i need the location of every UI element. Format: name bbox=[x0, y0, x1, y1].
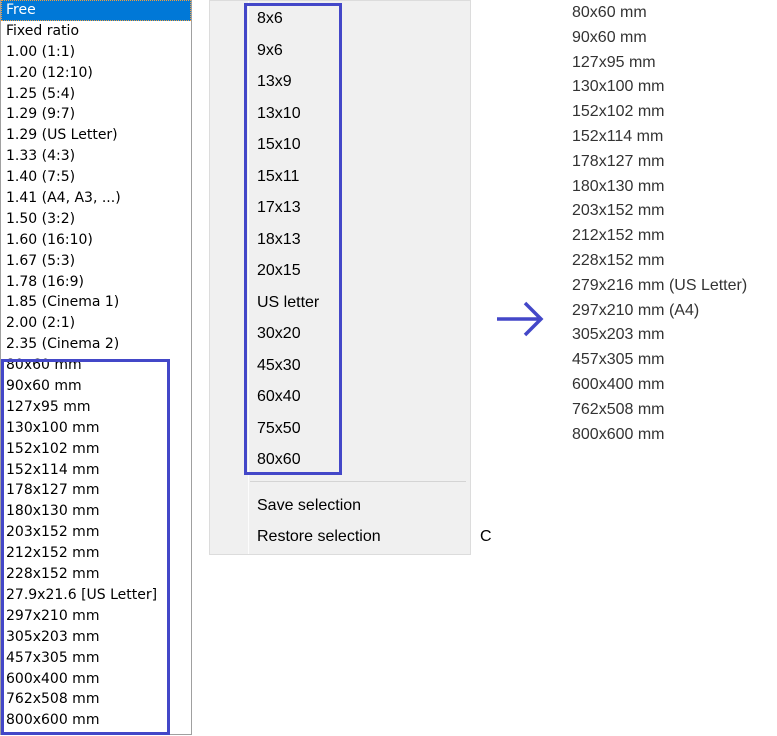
proposed-size-item: 800x600 mm bbox=[572, 425, 665, 443]
size-menu-item[interactable]: 30x20 bbox=[257, 325, 301, 343]
size-menu-item[interactable]: 80x60 bbox=[257, 451, 301, 469]
listbox-item[interactable]: 212x152 mm bbox=[1, 543, 191, 564]
save-selection-label: Save selection bbox=[257, 497, 362, 514]
listbox-item[interactable]: 800x600 mm bbox=[1, 710, 191, 731]
proposed-size-item: 297x210 mm (A4) bbox=[572, 301, 700, 319]
listbox-item[interactable]: 228x152 mm bbox=[1, 564, 191, 585]
listbox-item[interactable]: 1.29 (US Letter) bbox=[1, 125, 191, 146]
listbox-item[interactable]: 178x127 mm bbox=[1, 480, 191, 501]
listbox-item[interactable]: 1.85 (Cinema 1) bbox=[1, 292, 191, 313]
proposed-size-item: 279x216 mm (US Letter) bbox=[572, 276, 748, 294]
listbox-item[interactable]: 305x203 mm bbox=[1, 627, 191, 648]
proposed-size-item: 228x152 mm bbox=[572, 252, 665, 269]
proposed-size-item: 203x152 mm bbox=[572, 202, 665, 220]
listbox-item[interactable]: 297x210 mm bbox=[1, 606, 191, 627]
listbox-item[interactable]: 1.41 (A4, A3, ...) bbox=[1, 188, 191, 209]
proposed-size-item: 127x95 mm bbox=[572, 53, 656, 71]
menu-gutter bbox=[248, 1, 249, 554]
arrow-right-icon bbox=[497, 301, 544, 337]
proposed-size-item: 152x114 mm bbox=[572, 128, 664, 145]
listbox-item[interactable]: 127x95 mm bbox=[1, 397, 191, 418]
listbox-item[interactable]: 1.50 (3:2) bbox=[1, 209, 191, 230]
proposed-size-item: 600x400 mm bbox=[572, 376, 665, 393]
restore-selection-label: Restore selection bbox=[257, 528, 381, 545]
restore-selection-menu-item[interactable]: Restore selection C bbox=[257, 528, 492, 546]
proposed-size-item: 457x305 mm bbox=[572, 351, 665, 369]
listbox-item[interactable]: 1.67 (5:3) bbox=[1, 251, 191, 272]
save-selection-menu-item[interactable]: Save selection bbox=[257, 497, 361, 515]
listbox-item[interactable]: 1.25 (5:4) bbox=[1, 84, 191, 105]
listbox-item[interactable]: 1.60 (16:10) bbox=[1, 230, 191, 251]
menu-separator bbox=[250, 481, 466, 482]
listbox-item[interactable]: 1.20 (12:10) bbox=[1, 63, 191, 84]
size-menu-item[interactable]: 15x11 bbox=[257, 168, 299, 186]
listbox-item[interactable]: Fixed ratio bbox=[1, 21, 191, 42]
listbox-item[interactable]: Free bbox=[1, 0, 191, 21]
proposed-size-item: 152x102 mm bbox=[572, 103, 665, 121]
proposed-size-item: 130x100 mm bbox=[572, 78, 665, 96]
listbox-item[interactable]: 2.00 (2:1) bbox=[1, 313, 191, 334]
listbox-item[interactable]: 1.33 (4:3) bbox=[1, 146, 191, 167]
listbox-item[interactable]: 1.78 (16:9) bbox=[1, 272, 191, 293]
listbox-item[interactable]: 762x508 mm bbox=[1, 689, 191, 710]
proposed-size-item: 212x152 mm bbox=[572, 227, 665, 245]
size-menu-item[interactable]: 9x6 bbox=[257, 42, 283, 60]
listbox-item[interactable]: 1.00 (1:1) bbox=[1, 42, 191, 63]
size-context-menu: 8x6 9x6 13x9 13x10 15x10 15x11 17x13 18x13 20x15… bbox=[209, 0, 492, 555]
listbox-item[interactable]: 457x305 mm bbox=[1, 648, 191, 669]
listbox-item[interactable]: 180x130 mm bbox=[1, 501, 191, 522]
listbox-item[interactable]: 152x102 mm bbox=[1, 439, 191, 460]
proposed-size-item: 178x127 mm bbox=[572, 152, 665, 170]
proposed-size-item: 762x508 mm bbox=[572, 400, 665, 418]
size-menu-item[interactable]: 60x40 bbox=[257, 388, 301, 406]
size-menu-item[interactable]: 8x6 bbox=[257, 10, 283, 28]
size-menu-item[interactable]: 20x15 bbox=[257, 262, 301, 280]
listbox-item[interactable]: 80x60 mm bbox=[1, 355, 191, 376]
size-menu-item[interactable]: 15x10 bbox=[257, 136, 301, 154]
listbox-item[interactable]: 203x152 mm bbox=[1, 522, 191, 543]
listbox-item[interactable]: 1.29 (9:7) bbox=[1, 104, 191, 125]
listbox-item[interactable]: 600x400 mm bbox=[1, 669, 191, 690]
size-menu-item[interactable]: 18x13 bbox=[257, 231, 301, 249]
listbox-item[interactable]: 1.40 (7:5) bbox=[1, 167, 191, 188]
size-menu-item[interactable]: 17x13 bbox=[257, 199, 301, 217]
proposed-size-item: 180x130 mm bbox=[572, 177, 665, 195]
proposed-size-item: 80x60 mm bbox=[572, 4, 647, 21]
listbox-item[interactable]: 90x60 mm bbox=[1, 376, 191, 397]
size-menu-item[interactable]: 13x10 bbox=[257, 105, 301, 123]
listbox-item[interactable]: 27.9x21.6 [US Letter] bbox=[1, 585, 191, 606]
listbox-item[interactable]: 130x100 mm bbox=[1, 418, 191, 439]
restore-shortcut: C bbox=[480, 528, 492, 545]
size-menu-item[interactable]: 75x50 bbox=[257, 420, 301, 438]
size-menu-item[interactable]: US letter bbox=[257, 294, 319, 312]
size-menu-item[interactable]: 13x9 bbox=[257, 73, 292, 91]
aspect-ratio-listbox[interactable]: Free Fixed ratio 1.00 (1:1) 1.20 (12:10) 1.2… bbox=[0, 0, 192, 735]
listbox-item[interactable]: 2.35 (Cinema 2) bbox=[1, 334, 191, 355]
proposed-size-item: 305x203 mm bbox=[572, 326, 665, 344]
size-menu-item[interactable]: 45x30 bbox=[257, 357, 301, 375]
proposed-size-item: 90x60 mm bbox=[572, 28, 647, 46]
listbox-item[interactable]: 152x114 mm bbox=[1, 460, 191, 481]
